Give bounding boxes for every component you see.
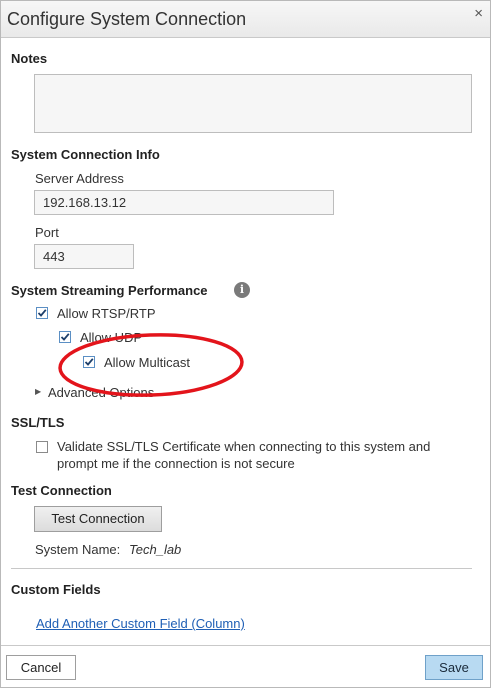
advanced-options-toggle[interactable]: Advanced Options <box>48 385 154 400</box>
validate-ssl-checkbox[interactable] <box>36 441 48 453</box>
validate-ssl-label-line2: prompt me if the connection is not secur… <box>57 456 295 471</box>
notes-heading: Notes <box>11 51 48 66</box>
server-address-input[interactable] <box>34 190 334 215</box>
dialog-header: Configure System Connection × <box>1 1 490 38</box>
test-connection-button[interactable]: Test Connection <box>34 506 162 532</box>
allow-udp-checkbox[interactable] <box>59 331 71 343</box>
checkmark-icon <box>84 358 94 366</box>
allow-udp-label: Allow UDP <box>80 330 143 345</box>
dialog-body: Notes System Connection Info Server Addr… <box>1 38 490 646</box>
info-icon[interactable]: i <box>234 282 250 298</box>
close-icon[interactable]: × <box>474 5 483 22</box>
ssl-heading: SSL/TLS <box>11 415 65 430</box>
allow-rtsp-label: Allow RTSP/RTP <box>57 306 156 321</box>
port-input[interactable] <box>34 244 134 269</box>
allow-rtsp-checkbox[interactable] <box>36 307 48 319</box>
cancel-button[interactable]: Cancel <box>6 655 76 680</box>
test-connection-heading: Test Connection <box>11 483 112 498</box>
custom-fields-heading: Custom Fields <box>11 582 101 597</box>
expand-arrow-icon[interactable]: ▶ <box>35 387 41 396</box>
system-name-value: Tech_lab <box>129 542 182 557</box>
validate-ssl-label-line1: Validate SSL/TLS Certificate when connec… <box>57 439 431 454</box>
configure-connection-dialog: Configure System Connection × Notes Syst… <box>0 0 491 688</box>
notes-textarea[interactable] <box>34 74 472 133</box>
checkmark-icon <box>60 333 70 341</box>
allow-multicast-label: Allow Multicast <box>104 355 190 370</box>
server-address-label: Server Address <box>35 171 124 186</box>
allow-multicast-checkbox[interactable] <box>83 356 95 368</box>
section-divider <box>11 568 472 569</box>
streaming-heading: System Streaming Performance <box>11 283 208 298</box>
port-label: Port <box>35 225 59 240</box>
add-custom-field-link[interactable]: Add Another Custom Field (Column) <box>36 616 245 631</box>
dialog-title: Configure System Connection <box>7 9 247 29</box>
system-name-label: System Name: <box>35 542 121 557</box>
dialog-footer: Cancel Save <box>1 646 490 687</box>
connection-info-heading: System Connection Info <box>11 147 160 162</box>
save-button[interactable]: Save <box>425 655 483 680</box>
checkmark-icon <box>37 309 47 317</box>
